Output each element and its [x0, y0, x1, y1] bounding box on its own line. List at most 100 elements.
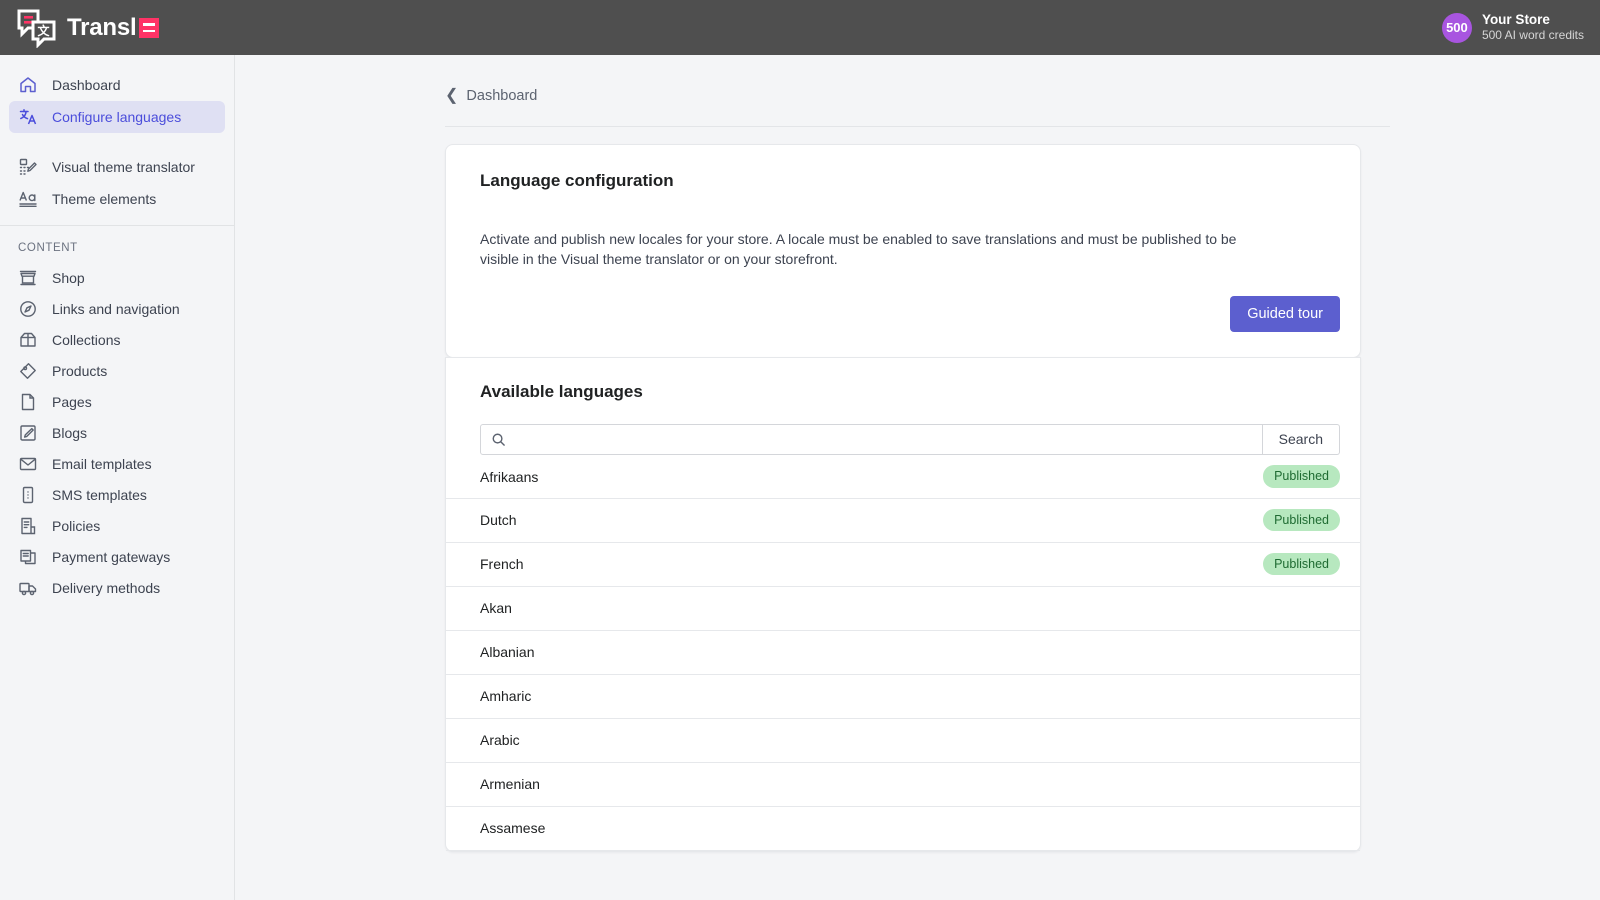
- language-name: Armenian: [480, 776, 540, 792]
- language-row[interactable]: Dutch Published: [446, 499, 1360, 543]
- sidebar-item-email-templates[interactable]: Email templates: [9, 448, 225, 479]
- available-languages-title: Available languages: [446, 358, 1360, 402]
- breadcrumb-dashboard-link[interactable]: ❮ Dashboard: [445, 88, 537, 104]
- sidebar-item-label: Policies: [52, 518, 100, 534]
- account-area[interactable]: 500 Your Store 500 AI word credits: [1442, 12, 1600, 44]
- sidebar-item-theme-elements[interactable]: Theme elements: [9, 183, 225, 215]
- sidebar-item-label: Blogs: [52, 425, 87, 441]
- credits-badge: 500: [1442, 13, 1472, 43]
- account-text: Your Store 500 AI word credits: [1482, 12, 1584, 44]
- sidebar-item-label: Products: [52, 363, 107, 379]
- language-name: French: [480, 556, 524, 572]
- sidebar-item-label: SMS templates: [52, 487, 147, 503]
- breadcrumb-divider: [445, 126, 1390, 127]
- credits-label: 500 AI word credits: [1482, 28, 1584, 43]
- home-icon: [18, 75, 38, 95]
- sidebar-item-blogs[interactable]: Blogs: [9, 417, 225, 448]
- search-field-wrapper[interactable]: [480, 424, 1263, 455]
- language-list: Afrikaans Published Dutch Published French Pu…: [446, 455, 1360, 851]
- search-button[interactable]: Search: [1263, 424, 1340, 455]
- card-actions: Guided tour: [446, 270, 1360, 357]
- language-row[interactable]: French Published: [446, 543, 1360, 587]
- breadcrumb-label: Dashboard: [466, 88, 537, 104]
- language-row[interactable]: Armenian: [446, 763, 1360, 807]
- truck-icon: [18, 578, 38, 598]
- sidebar-item-payment-gateways[interactable]: Payment gateways: [9, 541, 225, 572]
- sidebar-spacer: [0, 133, 234, 151]
- sidebar-item-label: Collections: [52, 332, 120, 348]
- typography-icon: [18, 189, 38, 209]
- brand-name: Transl: [67, 14, 159, 42]
- sidebar-item-label: Pages: [52, 394, 92, 410]
- status-badge: Published: [1263, 509, 1340, 531]
- sidebar-item-label: Links and navigation: [52, 301, 180, 317]
- brand-name-text: Transl: [67, 14, 137, 42]
- sidebar-item-configure-languages[interactable]: Configure languages: [9, 101, 225, 133]
- search-row: Search: [446, 402, 1360, 455]
- language-row[interactable]: Amharic: [446, 675, 1360, 719]
- status-badge: Published: [1263, 465, 1340, 487]
- envelope-icon: [18, 454, 38, 474]
- sidebar-item-label: Delivery methods: [52, 580, 160, 596]
- sidebar: Dashboard Configure languages Visual the…: [0, 55, 235, 900]
- search-input[interactable]: [506, 425, 1252, 454]
- sidebar-item-delivery-methods[interactable]: Delivery methods: [9, 572, 225, 603]
- sidebar-content-list: Shop Links and navigation Collections Pr…: [0, 262, 234, 603]
- language-name: Afrikaans: [480, 469, 538, 485]
- sidebar-item-label: Dashboard: [52, 77, 121, 93]
- brand-mark-icon: [139, 18, 159, 38]
- sidebar-item-dashboard[interactable]: Dashboard: [9, 69, 225, 101]
- page-icon: [18, 392, 38, 412]
- sidebar-item-pages[interactable]: Pages: [9, 386, 225, 417]
- search-icon: [491, 432, 506, 447]
- card-title: Language configuration: [446, 145, 1360, 191]
- guided-tour-button[interactable]: Guided tour: [1230, 296, 1340, 332]
- sidebar-item-links-and-navigation[interactable]: Links and navigation: [9, 293, 225, 324]
- sidebar-item-collections[interactable]: Collections: [9, 324, 225, 355]
- language-row[interactable]: Afrikaans Published: [446, 455, 1360, 499]
- status-badge: Published: [1263, 553, 1340, 575]
- sidebar-item-products[interactable]: Products: [9, 355, 225, 386]
- payment-icon: [18, 547, 38, 567]
- translate-icon: [18, 107, 38, 127]
- sidebar-item-visual-theme-translator[interactable]: Visual theme translator: [9, 151, 225, 183]
- language-name: Assamese: [480, 820, 545, 836]
- available-languages-card: Available languages Search Afrikaans Publ…: [445, 357, 1361, 852]
- translate-app-logo-icon: 文: [16, 8, 58, 48]
- top-bar: 文 Transl 500 Your Store 500 AI word cred…: [0, 0, 1600, 55]
- language-name: Dutch: [480, 512, 517, 528]
- sidebar-section-label-content: CONTENT: [0, 226, 234, 262]
- sidebar-item-label: Configure languages: [52, 109, 181, 125]
- sidebar-item-label: Email templates: [52, 456, 152, 472]
- compass-icon: [18, 299, 38, 319]
- language-row[interactable]: Akan: [446, 587, 1360, 631]
- language-name: Albanian: [480, 644, 535, 660]
- sidebar-item-label: Visual theme translator: [52, 159, 195, 175]
- brand-logo-area[interactable]: 文 Transl: [0, 8, 159, 48]
- sidebar-item-shop[interactable]: Shop: [9, 262, 225, 293]
- language-row[interactable]: Albanian: [446, 631, 1360, 675]
- policy-icon: [18, 516, 38, 536]
- main-content: ❮ Dashboard Language configuration Activ…: [235, 55, 1600, 900]
- store-icon: [18, 268, 38, 288]
- sidebar-item-sms-templates[interactable]: SMS templates: [9, 479, 225, 510]
- chevron-left-icon: ❮: [445, 88, 458, 104]
- language-row[interactable]: Arabic: [446, 719, 1360, 763]
- card-description: Activate and publish new locales for you…: [446, 191, 1291, 270]
- language-name: Arabic: [480, 732, 520, 748]
- language-configuration-card: Language configuration Activate and publ…: [445, 144, 1361, 358]
- sms-icon: [18, 485, 38, 505]
- language-row[interactable]: Assamese: [446, 807, 1360, 851]
- store-name: Your Store: [1482, 12, 1584, 29]
- sidebar-item-policies[interactable]: Policies: [9, 510, 225, 541]
- collection-icon: [18, 330, 38, 350]
- theme-edit-icon: [18, 157, 38, 177]
- sidebar-item-label: Shop: [52, 270, 85, 286]
- sidebar-item-label: Theme elements: [52, 191, 156, 207]
- pencil-icon: [18, 423, 38, 443]
- sidebar-item-label: Payment gateways: [52, 549, 170, 565]
- svg-text:文: 文: [37, 23, 50, 38]
- language-name: Amharic: [480, 688, 531, 704]
- tag-icon: [18, 361, 38, 381]
- language-name: Akan: [480, 600, 512, 616]
